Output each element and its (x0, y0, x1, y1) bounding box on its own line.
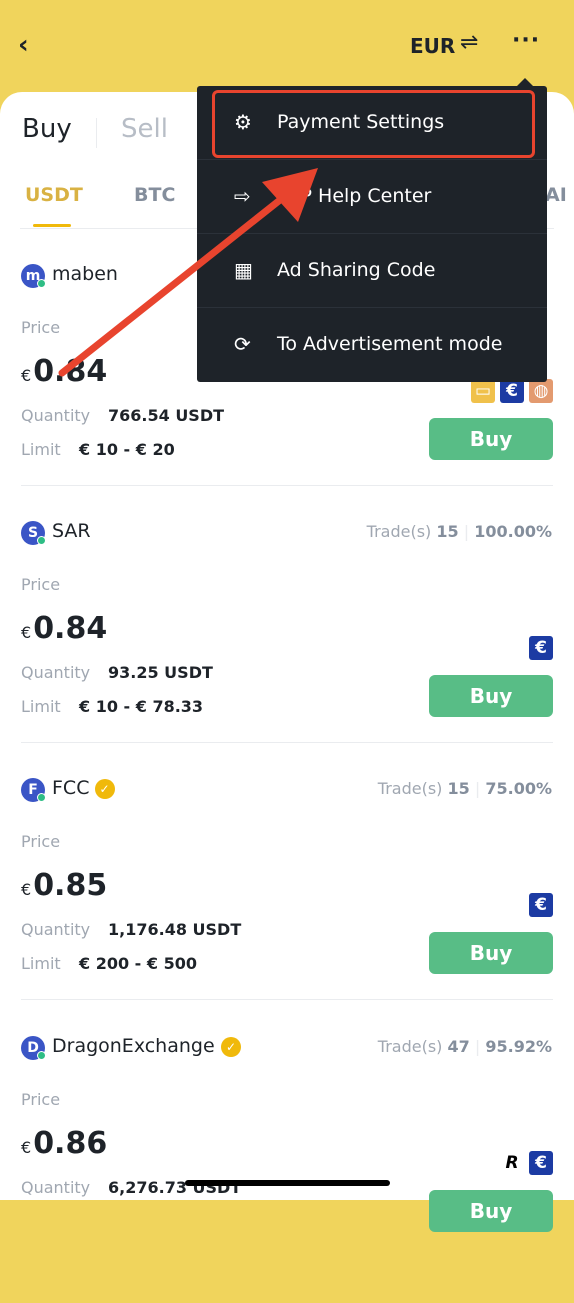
annotation-arrow (58, 168, 318, 377)
home-indicator (185, 1180, 390, 1186)
